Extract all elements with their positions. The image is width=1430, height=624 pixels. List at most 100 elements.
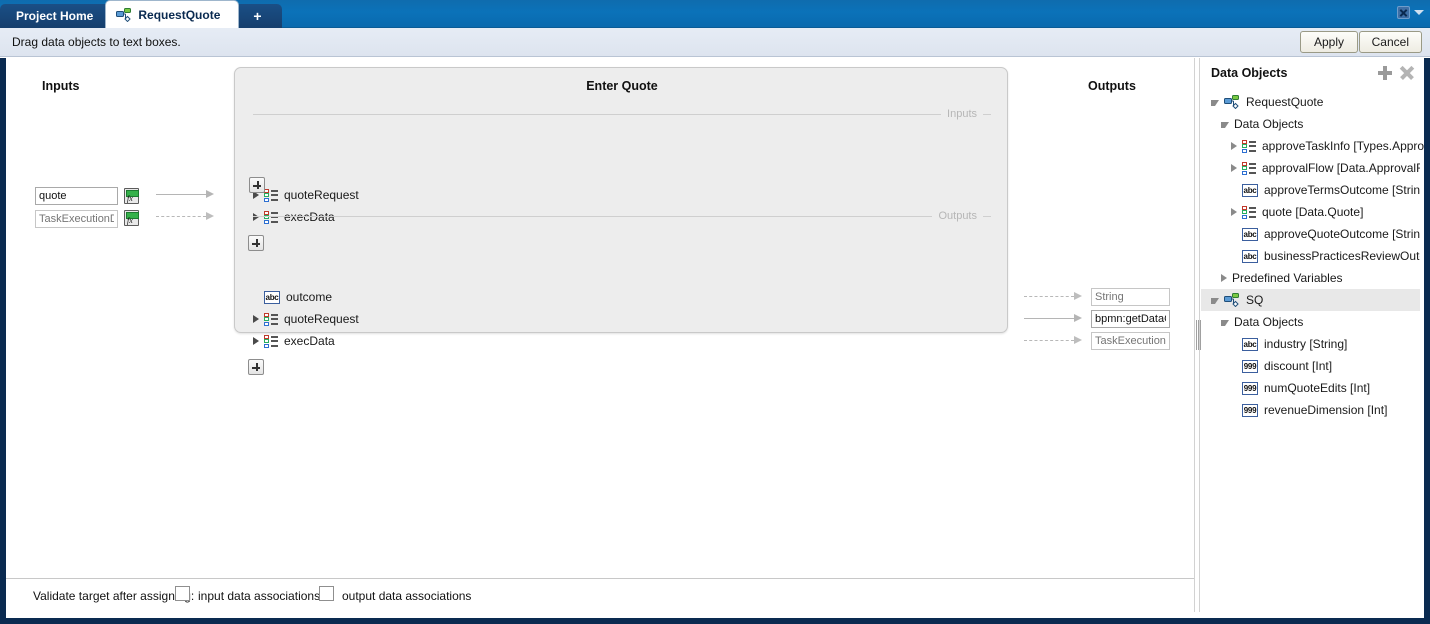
tab-bar: Project Home RequestQuote + [0,0,1430,28]
data-object-label: discount [Int] [1264,359,1333,373]
tab-new-label: + [253,8,262,24]
fx-icon-input-2[interactable] [124,210,139,226]
center-output-label-0: outcome [286,290,333,304]
add-input-button[interactable] [249,177,265,193]
validate-target-label: Validate target after assigning: [33,589,195,603]
outputs-column-title: Outputs [1088,79,1136,93]
chevron-down-icon[interactable] [1414,10,1424,15]
cancel-button[interactable]: Cancel [1358,31,1422,53]
plus-icon[interactable] [1378,66,1392,80]
expand-triangle-icon[interactable] [1231,208,1237,216]
data-object-row[interactable]: abc industry [String] [1201,333,1424,355]
abc-icon: abc [1242,249,1258,263]
request-quote-data-association-editor: Project Home RequestQuote + Drag data ob… [0,0,1430,624]
checkbox-input-data-associations[interactable] [175,586,190,601]
outputs-separator-label: Outputs [932,210,983,222]
enter-quote-title: Enter Quote [586,79,658,93]
add-output-row-button[interactable] [248,359,264,375]
collapse-triangle-icon[interactable] [1221,122,1229,128]
output-connector-2 [1024,314,1082,323]
data-object-row[interactable]: approveTaskInfo [Types.Approve [1201,135,1424,157]
tab-request-quote[interactable]: RequestQuote [105,0,240,28]
center-input-row-quote-request[interactable]: quoteRequest [253,186,359,204]
tab-project-home-label: Project Home [16,9,94,23]
data-object-label: quote [Data.Quote] [1262,205,1364,219]
add-input-row-button[interactable] [248,235,264,251]
fx-icon-input-1[interactable] [124,188,139,204]
bpmn-process-icon [1224,95,1240,110]
structure-icon [1242,205,1256,219]
center-output-row-outcome[interactable]: abc outcome [253,288,332,306]
collapse-triangle-icon[interactable] [1211,100,1219,106]
checkbox-input-data-associations-label: input data associations [198,589,321,603]
data-object-label: approvalFlow [Data.ApprovalFlo [1262,161,1424,175]
data-object-label: approveTermsOutcome [String] [1264,183,1424,197]
data-objects-scrollbar[interactable] [1420,153,1424,483]
checkbox-output-data-associations[interactable] [319,586,334,601]
inputs-separator-label: Inputs [941,108,983,120]
data-object-row[interactable]: approvalFlow [Data.ApprovalFlo [1201,157,1424,179]
output-field-task-execution-data[interactable] [1091,332,1170,350]
abc-icon: abc [1242,337,1258,351]
pane-splitter[interactable] [1194,58,1201,612]
abc-icon: abc [264,290,280,304]
input-field-task-execution-data[interactable] [35,210,118,228]
data-object-row[interactable]: abc approveQuoteOutcome [String] [1201,223,1424,245]
close-icon[interactable] [1400,66,1414,80]
tab-project-home[interactable]: Project Home [0,4,112,28]
input-connector-1 [156,190,214,199]
data-object-row[interactable]: 999 discount [Int] [1201,355,1424,377]
expand-triangle-icon[interactable] [1221,274,1227,282]
toolbar: Drag data objects to text boxes. Apply C… [0,28,1430,57]
expand-triangle-icon[interactable] [1231,142,1237,150]
center-output-row-quote-request[interactable]: quoteRequest [253,310,359,328]
expand-triangle-icon[interactable] [253,315,259,323]
data-object-row[interactable]: quote [Data.Quote] [1201,201,1424,223]
center-input-label-0: quoteRequest [284,188,359,202]
data-object-row[interactable]: Data Objects [1201,113,1424,135]
999-icon: 999 [1242,403,1258,417]
data-object-row[interactable]: abc approveTermsOutcome [String] [1201,179,1424,201]
output-field-bpmn-get-data-object[interactable] [1091,310,1170,328]
output-connector-3 [1024,336,1082,345]
data-object-row[interactable]: Predefined Variables [1201,267,1424,289]
validation-bar: Validate target after assigning: input d… [6,578,1194,612]
data-object-row[interactable]: Data Objects [1201,311,1424,333]
structure-icon [264,312,278,326]
expand-triangle-icon[interactable] [1231,164,1237,172]
tab-request-quote-label: RequestQuote [138,7,221,22]
abc-icon: abc [1242,183,1258,197]
tab-strip: Project Home RequestQuote + [0,0,282,28]
data-object-label: industry [String] [1264,337,1348,351]
structure-icon [1242,139,1256,153]
structure-icon [264,188,278,202]
structure-icon [264,334,278,348]
data-object-row[interactable]: RequestQuote [1201,91,1424,113]
structure-icon [1242,161,1256,175]
apply-button[interactable]: Apply [1300,31,1358,53]
data-object-row[interactable]: 999 numQuoteEdits [Int] [1201,377,1424,399]
center-output-label-1: quoteRequest [284,312,359,326]
expand-triangle-icon[interactable] [253,337,259,345]
outputs-separator: Outputs [253,210,991,222]
checkbox-output-data-associations-label: output data associations [342,589,472,603]
data-object-row[interactable]: SQ [1201,289,1424,311]
data-objects-panel: Data Objects RequestQuote Data Objects app… [1201,58,1424,612]
data-object-row[interactable]: abc businessPracticesReviewOutcom [1201,245,1424,267]
collapse-triangle-icon[interactable] [1211,298,1219,304]
data-objects-header: Data Objects [1201,58,1424,86]
collapse-triangle-icon[interactable] [1221,320,1229,326]
center-output-row-exec-data[interactable]: execData [253,332,335,350]
data-object-row[interactable]: 999 revenueDimension [Int] [1201,399,1424,421]
splitter-grip [1196,320,1201,350]
inputs-separator: Inputs [253,108,991,120]
editor-body: Inputs Enter Quote Inputs [0,58,1430,624]
bpmn-process-icon [116,7,132,22]
input-field-quote[interactable] [35,187,118,205]
output-field-string[interactable] [1091,288,1170,306]
data-object-label: Predefined Variables [1232,271,1343,285]
output-connector-1 [1024,292,1082,301]
inputs-column-title: Inputs [42,79,80,93]
close-icon[interactable] [1397,6,1410,19]
data-object-label: revenueDimension [Int] [1264,403,1388,417]
